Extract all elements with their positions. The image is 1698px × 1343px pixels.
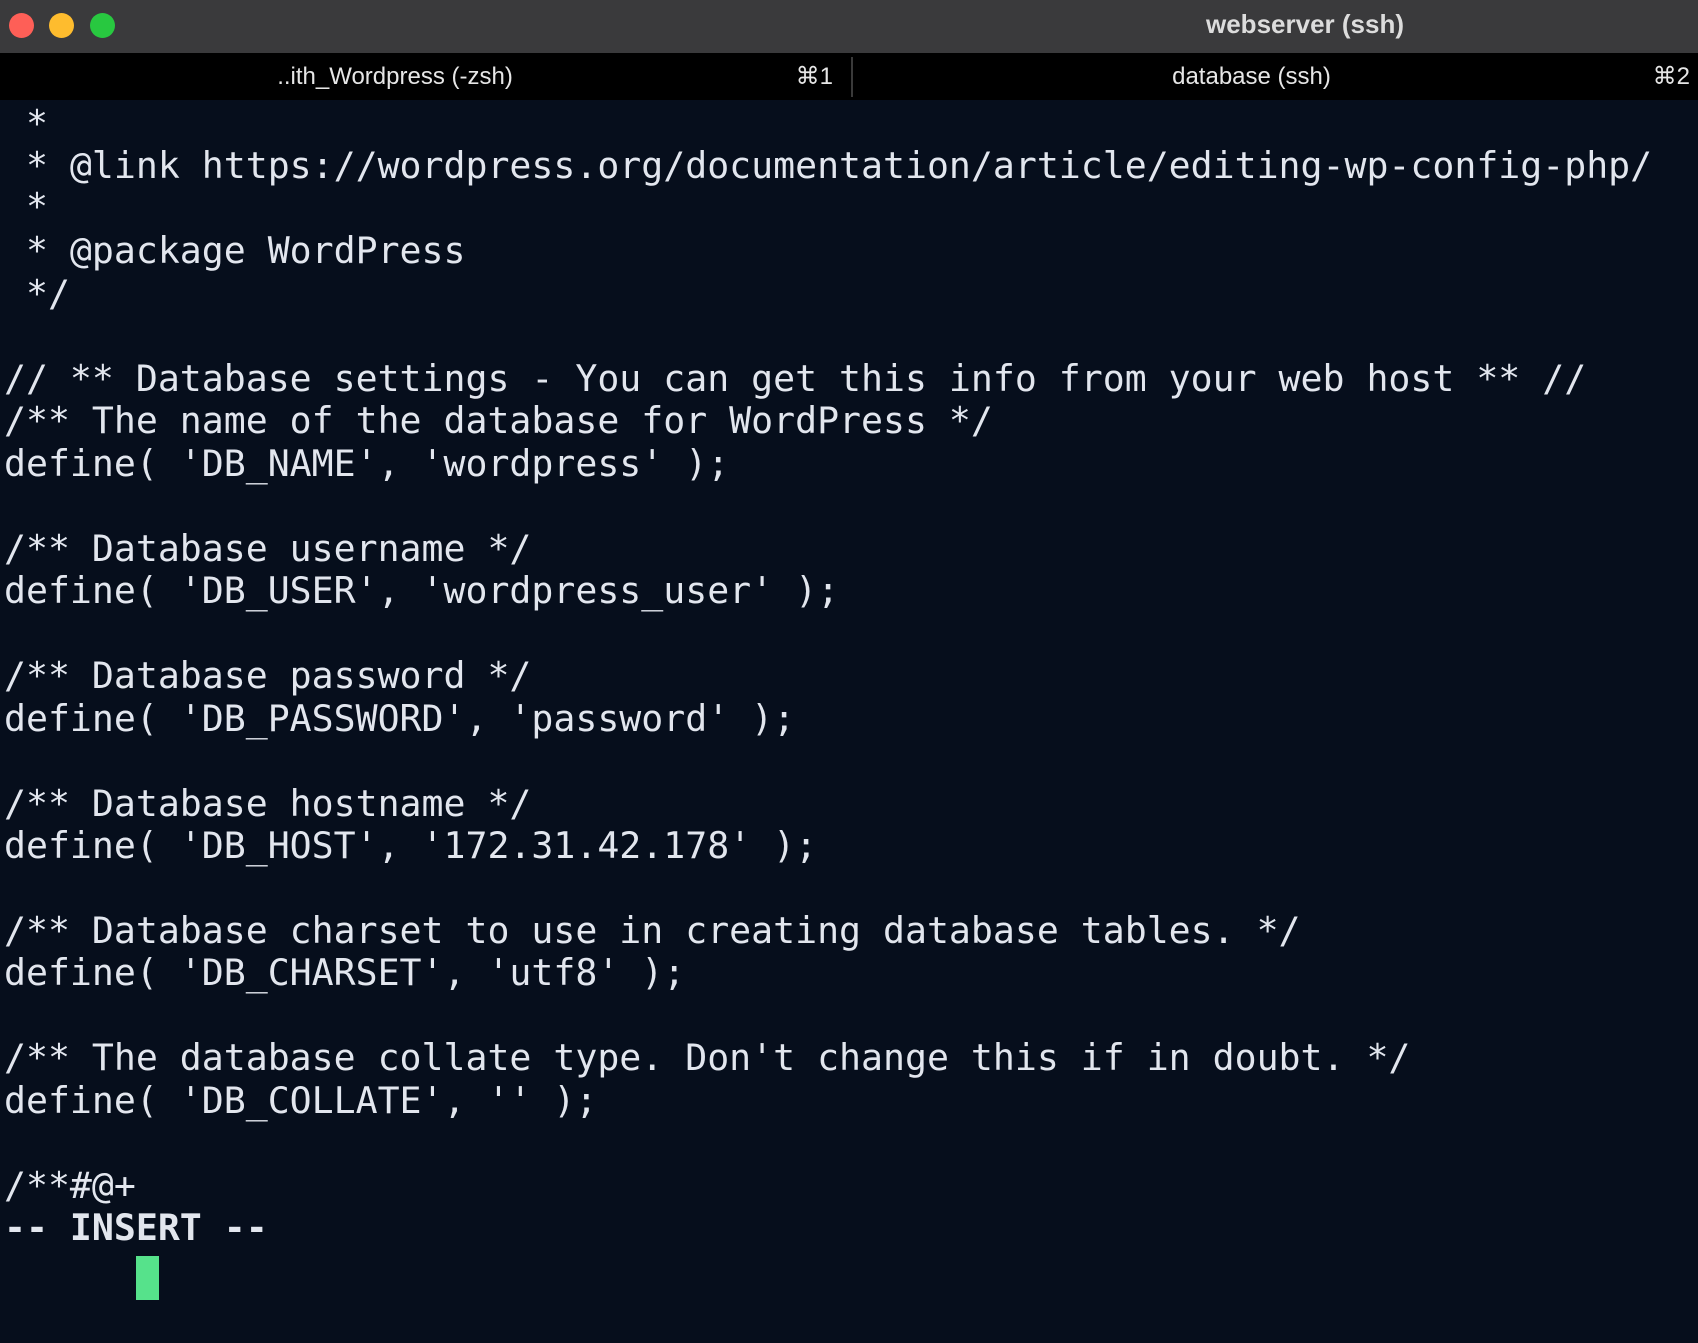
text-cursor bbox=[136, 1256, 159, 1300]
window-title: webserver (ssh) bbox=[1206, 9, 1404, 39]
code-line: * bbox=[4, 102, 48, 145]
code-line: /** Database username */ bbox=[4, 527, 532, 570]
code-line: /**#@+ bbox=[4, 1164, 136, 1207]
terminal-editor[interactable]: * * @link https://wordpress.org/document… bbox=[0, 100, 1698, 1343]
tab-label: database (ssh) bbox=[1172, 63, 1331, 90]
code-line: /** Database hostname */ bbox=[4, 782, 532, 825]
code-line: define( 'DB_NAME', 'wordpress' ); bbox=[4, 442, 730, 485]
code-line: /** Database charset to use in creating … bbox=[4, 909, 1301, 952]
vim-mode-indicator: -- INSERT -- bbox=[4, 1206, 268, 1249]
code-line: * @package WordPress bbox=[4, 229, 466, 272]
minimize-window-button[interactable] bbox=[49, 13, 74, 38]
tab-shortcut: ⌘1 bbox=[795, 63, 833, 90]
code-line: define( 'DB_HOST', '172.31.42.178' ); bbox=[4, 824, 818, 867]
code-line: * bbox=[4, 185, 48, 228]
zoom-window-button[interactable] bbox=[90, 13, 115, 38]
tab-database-ssh[interactable]: database (ssh) ⌘2 bbox=[853, 53, 1698, 100]
tab-local-zsh[interactable]: ..ith_Wordpress (-zsh) ⌘1 bbox=[0, 53, 851, 100]
terminal-window: webserver (ssh) ..ith_Wordpress (-zsh) ⌘… bbox=[0, 0, 1698, 1343]
close-window-button[interactable] bbox=[9, 13, 34, 38]
tab-shortcut: ⌘2 bbox=[1652, 63, 1690, 90]
code-line: */ bbox=[4, 272, 70, 315]
tab-label: ..ith_Wordpress (-zsh) bbox=[277, 63, 513, 90]
code-line: define( 'DB_PASSWORD', 'password' ); bbox=[4, 697, 796, 740]
code-line: /** The name of the database for WordPre… bbox=[4, 399, 993, 442]
code-line: define( 'DB_CHARSET', 'utf8' ); bbox=[4, 951, 686, 994]
code-line: * @link https://wordpress.org/documentat… bbox=[4, 144, 1653, 187]
tab-bar: ..ith_Wordpress (-zsh) ⌘1 database (ssh)… bbox=[0, 53, 1698, 100]
code-line: /** The database collate type. Don't cha… bbox=[4, 1036, 1411, 1079]
code-line: // ** Database settings - You can get th… bbox=[4, 357, 1587, 400]
code-line: /** Database password */ bbox=[4, 654, 532, 697]
title-bar[interactable]: webserver (ssh) bbox=[0, 0, 1698, 53]
code-line: define( 'DB_COLLATE', '' ); bbox=[4, 1079, 598, 1122]
code-line: define( 'DB_USER', 'wordpress_user' ); bbox=[4, 569, 840, 612]
